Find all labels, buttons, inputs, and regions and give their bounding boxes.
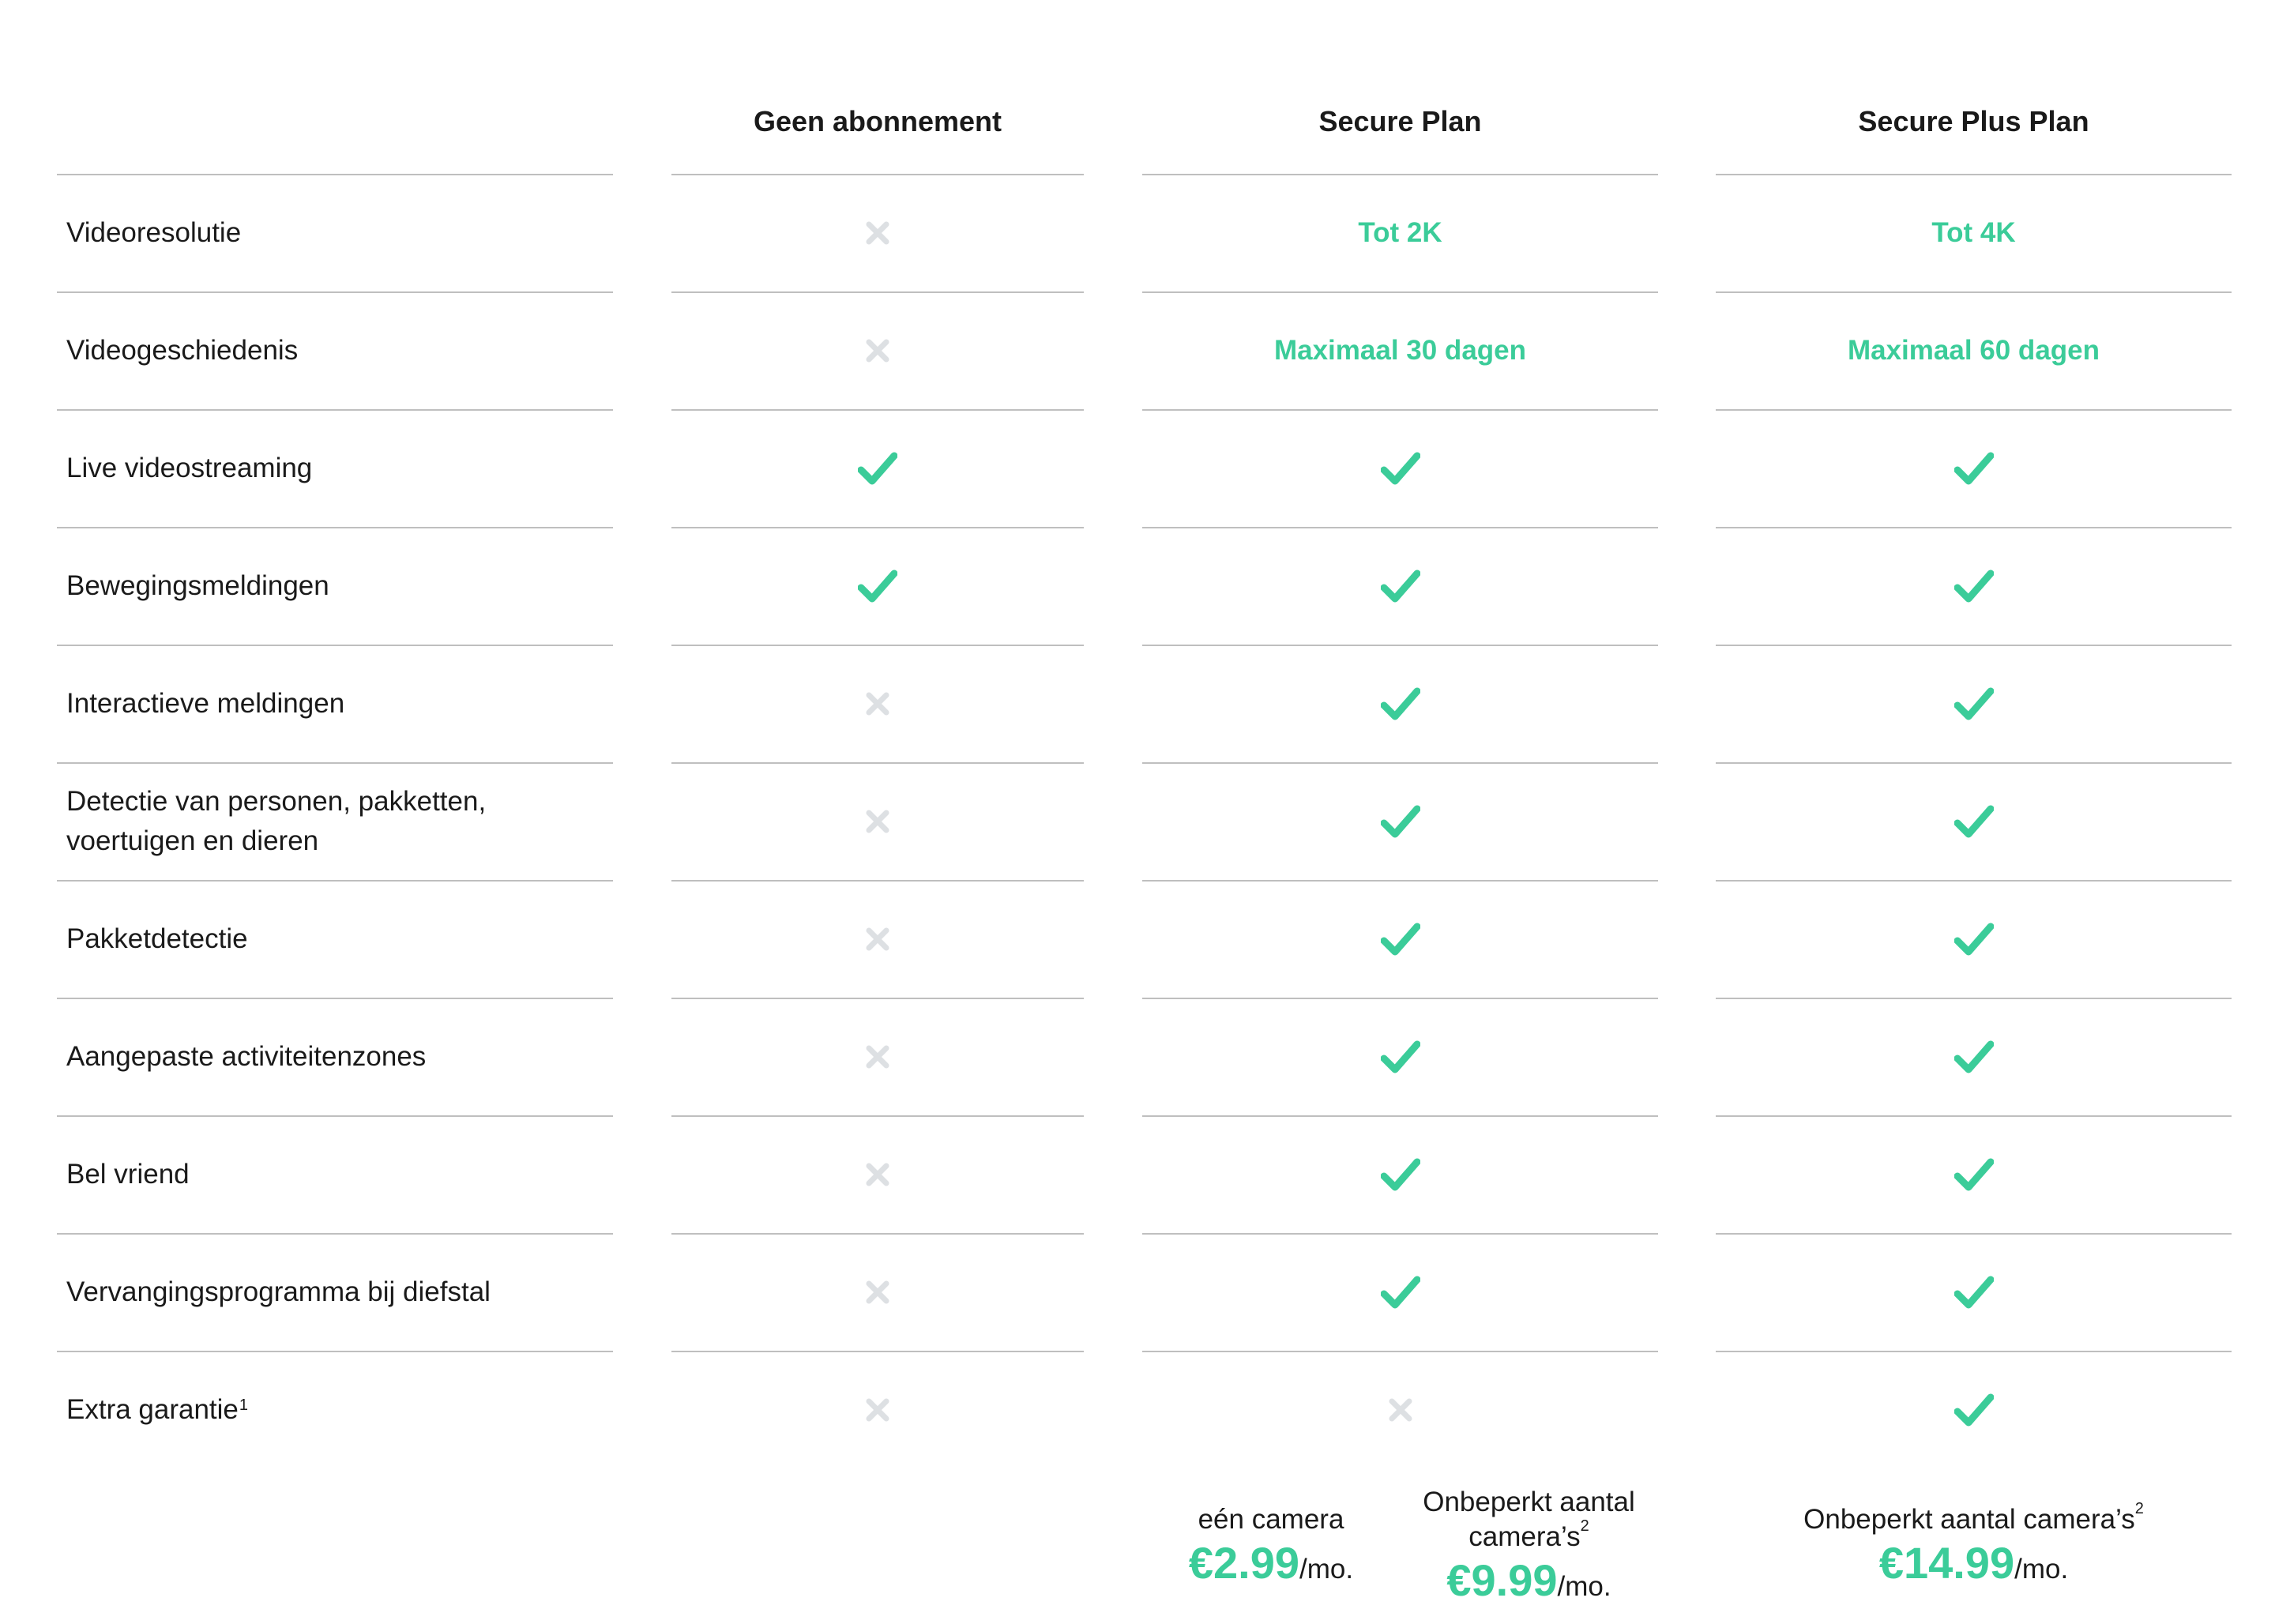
feature-cell [671,1351,1084,1468]
feature-cell [671,291,1084,409]
checkmark-icon [1380,1275,1420,1310]
checkmark-icon [858,569,897,603]
checkmark-icon [1953,1157,1994,1192]
feature-cell [1716,880,2232,998]
checkmark-icon [1953,1393,1994,1427]
column-header-secure-plan: Secure Plan [1318,105,1482,137]
price-period: /mo. [1299,1554,1354,1585]
price-line: €2.99/mo. [1142,1537,1400,1588]
price-amount: €2.99 [1188,1538,1300,1588]
feature-cell [1142,880,1658,998]
feature-cell [1716,1351,2232,1468]
feature-cell [1142,998,1658,1115]
checkmark-icon [1953,451,1994,486]
price-line: €14.99/mo. [1716,1537,2232,1588]
price-secure-unlimited: Onbeperkt aantal camera’s2 €9.99/mo. [1400,1485,1658,1606]
feature-value: Tot 4K [1931,216,2016,248]
feature-label: Vervangingsprogramma bij diefstal [66,1276,491,1307]
feature-cell [671,527,1084,645]
feature-cell [1142,409,1658,527]
feature-cell [671,174,1084,291]
price-period: /mo. [2014,1554,2069,1585]
feature-label: Pakketdetectie [66,923,248,954]
feature-cell [1142,527,1658,645]
checkmark-icon [1380,686,1420,721]
feature-label: Videoresolutie [66,216,242,248]
checkmark-icon [1380,804,1420,839]
price-description: Onbeperkt aantal camera’s2 [1803,1500,2144,1535]
feature-cell [671,880,1084,998]
price-line: €9.99/mo. [1400,1554,1658,1606]
checkmark-icon [1380,451,1420,486]
cross-icon [1388,1397,1413,1423]
feature-label: Interactieve meldingen [66,687,345,719]
price-period: /mo. [1557,1571,1611,1602]
cross-icon [865,1397,890,1423]
feature-label: Detectie van personen, pakketten, voertu… [66,785,487,856]
column-header-secure-plus-plan: Secure Plus Plan [1858,105,2089,137]
price-secure-single: eén camera €2.99/mo. [1142,1502,1400,1588]
feature-cell [1716,527,2232,645]
feature-value: Maximaal 30 dagen [1273,334,1527,366]
checkmark-icon [1380,922,1420,957]
feature-label: Live videostreaming [66,452,313,483]
feature-cell [671,998,1084,1115]
feature-cell [1716,1233,2232,1351]
checkmark-icon [1380,1039,1420,1074]
cross-icon [865,1044,890,1070]
cross-icon [865,338,890,363]
checkmark-icon [858,451,897,486]
cross-icon [865,1162,890,1187]
price-description: eén camera [1198,1504,1344,1535]
cross-icon [865,927,890,952]
price-plus-unlimited: Onbeperkt aantal camera’s2 €14.99/mo. [1716,1500,2232,1588]
feature-cell [1716,1115,2232,1233]
cross-icon [865,691,890,716]
checkmark-icon [1953,686,1994,721]
cross-icon [865,809,890,834]
feature-cell [1142,1115,1658,1233]
feature-cell [1142,1351,1658,1468]
feature-cell [1716,409,2232,527]
column-header-geen-abonnement: Geen abonnement [753,105,1002,137]
feature-cell [671,762,1084,880]
feature-label: Aangepaste activiteitenzones [66,1040,427,1072]
checkmark-icon [1953,569,1994,603]
feature-cell [1142,762,1658,880]
checkmark-icon [1953,1275,1994,1310]
cross-icon [865,220,890,246]
feature-cell [671,409,1084,527]
cross-icon [865,1280,890,1305]
feature-value: Tot 2K [1358,216,1442,248]
feature-cell [1716,645,2232,762]
feature-cell [671,1115,1084,1233]
feature-label: Bewegingsmeldingen [66,570,329,601]
feature-cell [1142,1233,1658,1351]
feature-label: Videogeschiedenis [66,334,299,366]
feature-cell: Maximaal 30 dagen [1142,291,1658,409]
checkmark-icon [1380,569,1420,603]
feature-cell [1142,645,1658,762]
checkmark-icon [1953,922,1994,957]
feature-cell: Tot 4K [1716,174,2232,291]
checkmark-icon [1380,1157,1420,1192]
price-description: Onbeperkt aantal camera’s2 [1423,1487,1635,1552]
feature-label: Extra garantie 1 [66,1393,249,1425]
feature-cell: Maximaal 60 dagen [1716,291,2232,409]
feature-cell: Tot 2K [1142,174,1658,291]
price-amount: €14.99 [1878,1538,2015,1588]
checkmark-icon [1953,804,1994,839]
feature-cell [671,1233,1084,1351]
feature-cell [1716,762,2232,880]
feature-value: Maximaal 60 dagen [1847,334,2100,366]
price-amount: €9.99 [1446,1555,1558,1605]
feature-cell [1716,998,2232,1115]
feature-cell [671,645,1084,762]
feature-label: Bel vriend [66,1158,190,1190]
checkmark-icon [1953,1039,1994,1074]
